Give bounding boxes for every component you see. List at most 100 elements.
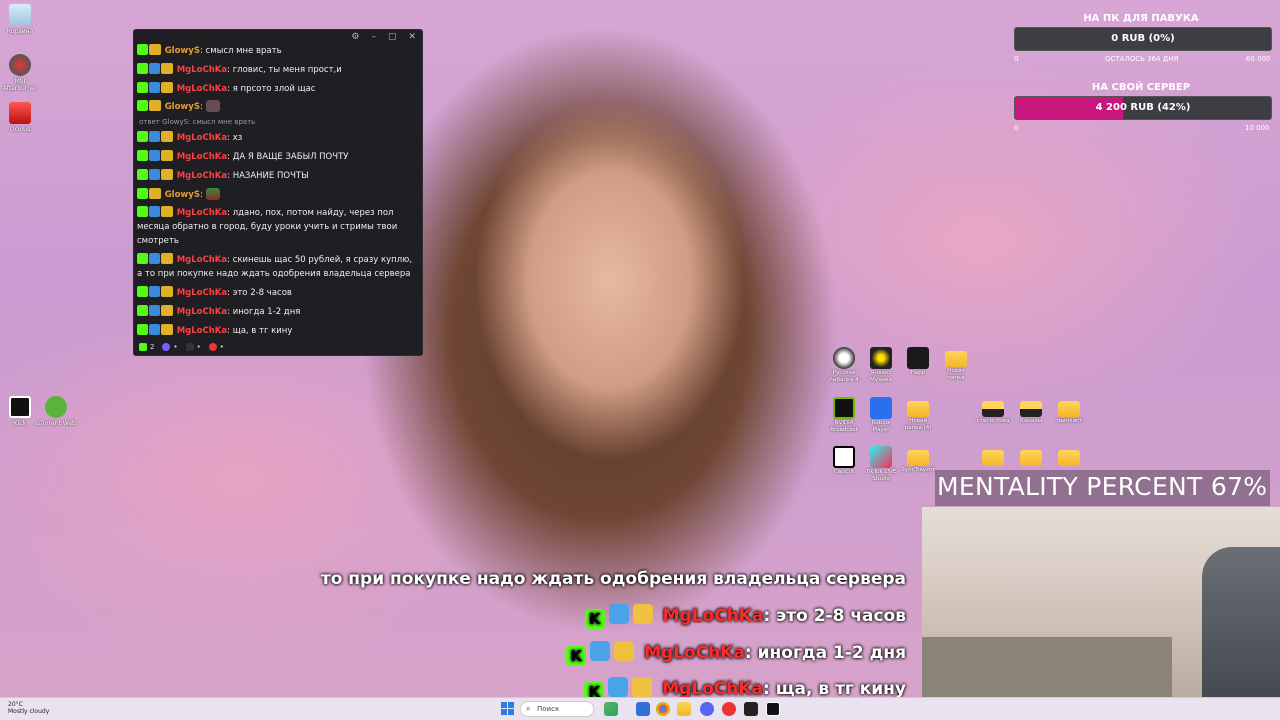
- crown-badge-icon: [161, 304, 173, 316]
- chat-username[interactable]: MgLoChKa: [177, 326, 227, 336]
- platform-status: •: [219, 343, 224, 351]
- desktop-icon-nvidia[interactable]: NVIDIA Broadcast: [827, 397, 861, 433]
- maximize-button[interactable]: ▢: [388, 32, 397, 42]
- chat-username[interactable]: MgLoChKa: [177, 65, 227, 75]
- chat-message: MgLoChKa: хз: [137, 131, 419, 145]
- chrome-icon[interactable]: [656, 702, 670, 716]
- happ-icon[interactable]: [744, 702, 758, 716]
- kick-icon[interactable]: [766, 702, 780, 716]
- file-explorer-icon[interactable]: [677, 702, 691, 716]
- chat-username[interactable]: GlowyS: [165, 190, 200, 200]
- chat-username[interactable]: MgLoChKa: [177, 288, 227, 298]
- chat-username[interactable]: GlowyS: [165, 46, 200, 56]
- desktop-icon-roblox[interactable]: Roblox Player: [864, 397, 898, 433]
- desktop-icon-happ[interactable]: Happ: [901, 347, 935, 377]
- close-button[interactable]: ✕: [408, 32, 416, 42]
- kick-badge-icon: K: [566, 646, 587, 666]
- kick-badge-icon: [137, 285, 148, 297]
- overlay-username: MgLoChKa: [662, 606, 764, 626]
- desktop-icon-afterburner[interactable]: MSI Afterburner: [0, 54, 40, 92]
- kick-badge-icon: [137, 44, 148, 55]
- goal-value: 0 RUB (0%): [1111, 33, 1175, 44]
- chat-message: MgLoChKa: НАЗАНИЕ ПОЧТЫ: [137, 168, 419, 183]
- desktop-icon-folder[interactable]: [1014, 446, 1048, 466]
- chat-text: : гловис, ты меня прост,и: [227, 64, 342, 75]
- desktop-icon-recycle-bin[interactable]: Корзина: [0, 4, 40, 35]
- chat-text: :: [199, 102, 203, 113]
- weather-widget[interactable]: 20°C Mostly cloudy: [8, 701, 49, 715]
- fishing-icon: [833, 347, 855, 369]
- taskbar-app-icon[interactable]: [636, 702, 650, 716]
- taskbar-app-icon[interactable]: [604, 702, 618, 716]
- desktop-icon-tiktok[interactable]: TikTok LIVE Studio: [864, 446, 898, 482]
- reply-context: ответ GlowyS: смысл мне врать: [139, 118, 256, 127]
- crown-badge-icon: [161, 81, 173, 93]
- desktop-icon-utorrent[interactable]: uTorrent Web: [36, 396, 76, 427]
- chat-text: : я прсото злой щас: [227, 83, 316, 94]
- chat-username[interactable]: MgLoChKa: [177, 84, 227, 94]
- folder-icon: [1020, 401, 1042, 417]
- chat-message: MgLoChKa: иногда 1-2 дня: [137, 304, 419, 319]
- desktop-icon-folder[interactable]: Новая папка (4): [901, 397, 935, 431]
- platform-tiktok[interactable]: •: [185, 343, 201, 351]
- kick-badge-icon: [137, 62, 148, 74]
- chat-username[interactable]: MgLoChKa: [177, 255, 227, 265]
- afterburner-icon: [9, 54, 31, 76]
- chat-username[interactable]: MgLoChKa: [177, 208, 227, 218]
- platform-twitch[interactable]: •: [162, 343, 178, 351]
- desktop-icon-folder[interactable]: твичлист: [1052, 397, 1086, 425]
- kick-badge-icon: [137, 253, 148, 265]
- overlay-chat-line: K MgLoChKa: это 2-8 часов: [584, 604, 906, 629]
- tools-badge-icon: [149, 168, 160, 180]
- folder-icon: [1058, 401, 1080, 417]
- chat-footer: 2 • • •: [139, 343, 224, 351]
- goal-min: 0: [1014, 124, 1019, 132]
- nvidia-icon: [833, 397, 855, 419]
- weather-temp: 20°C: [8, 701, 23, 708]
- chat-message: MgLoChKa: гловис, ты меня прост,и: [137, 62, 419, 77]
- desktop-icon-folder[interactable]: [976, 446, 1010, 466]
- chat-message: GlowyS:: [137, 100, 419, 114]
- tools-badge-icon: [149, 81, 160, 93]
- desktop-icon-folder[interactable]: Каналы: [1014, 397, 1048, 425]
- desktop-icon-kick[interactable]: Kick: [0, 396, 40, 427]
- desktop-icon-capcut[interactable]: CapCut: [827, 446, 861, 476]
- minimize-button[interactable]: –: [371, 32, 376, 42]
- emote-icon: [205, 187, 220, 200]
- folder-icon: [982, 450, 1004, 466]
- weather-desc: Mostly cloudy: [8, 708, 50, 715]
- crown-badge-icon: [161, 285, 173, 297]
- taskbar-search[interactable]: ⌕ Поиск: [520, 701, 594, 717]
- chat-username[interactable]: MgLoChKa: [177, 133, 227, 143]
- desktop-icon-fishing[interactable]: Русская Рыбалка 4: [827, 347, 861, 383]
- start-button[interactable]: [501, 702, 514, 715]
- goal-max: 10 000: [1245, 124, 1270, 132]
- tools-badge-icon: [608, 604, 629, 624]
- settings-icon[interactable]: ⚙: [351, 32, 359, 42]
- overlay-username: MgLoChKa: [662, 679, 764, 699]
- tools-badge-icon: [590, 641, 611, 661]
- discord-icon[interactable]: [700, 702, 714, 716]
- desktop-icon-folder[interactable]: [1052, 446, 1086, 466]
- desktop-icon-folder[interactable]: статистика: [976, 397, 1010, 425]
- chat-username[interactable]: MgLoChKa: [177, 171, 227, 181]
- desktop-icon-folder[interactable]: SyncTrayzor: [901, 446, 935, 474]
- folder-icon: [907, 401, 929, 417]
- chat-username[interactable]: GlowyS: [165, 102, 200, 112]
- search-icon: ⌕: [526, 704, 531, 713]
- desktop-icon-folder[interactable]: Новая папка: [939, 347, 973, 381]
- yandex-music-icon: [870, 347, 892, 369]
- desktop-icon-app[interactable]: Oculus: [0, 102, 40, 133]
- chat-username[interactable]: MgLoChKa: [177, 152, 227, 162]
- chat-message: GlowyS: смысл мне врать: [137, 44, 419, 58]
- taskbar-app-icon[interactable]: [722, 702, 736, 716]
- chat-text: : это 2-8 часов: [227, 287, 292, 298]
- chat-message: GlowyS:: [137, 187, 419, 202]
- chat-username[interactable]: MgLoChKa: [177, 307, 227, 317]
- platform-youtube[interactable]: •: [208, 343, 224, 351]
- folder-icon: [1020, 450, 1042, 466]
- webcam-feed: [922, 507, 1280, 697]
- crown-badge-icon: [161, 131, 173, 143]
- desktop-icon-yandex-music[interactable]: Яндекс Музыка: [864, 347, 898, 383]
- utorrent-icon: [45, 396, 67, 418]
